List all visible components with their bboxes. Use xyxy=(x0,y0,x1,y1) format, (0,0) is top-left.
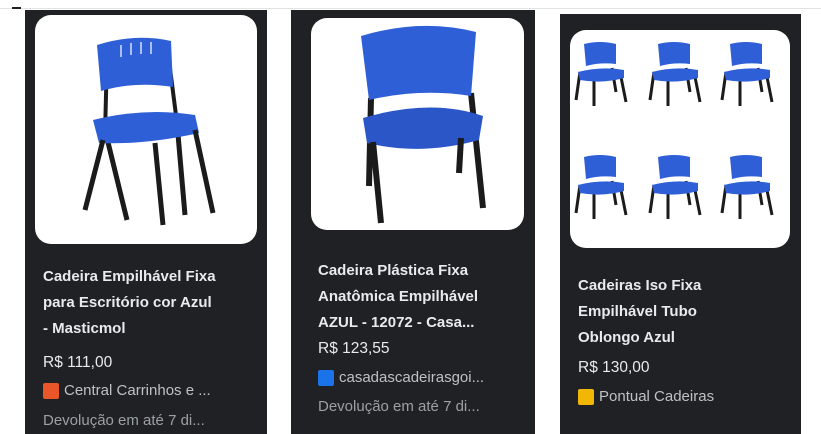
product-image[interactable] xyxy=(311,18,524,230)
product-price: R$ 123,55 xyxy=(318,340,390,357)
product-title[interactable]: Cadeira Empilhável Fixa para Escritório … xyxy=(43,264,263,342)
return-policy: Devolução em até 7 di... xyxy=(318,398,480,415)
product-price: R$ 130,00 xyxy=(578,359,650,376)
title-line: - Masticmol xyxy=(43,320,126,337)
title-line: AZUL - 12072 - Casa... xyxy=(318,314,475,331)
product-image[interactable] xyxy=(35,15,257,244)
title-line: Cadeira Plástica Fixa xyxy=(318,262,469,279)
store-name[interactable]: Pontual Cadeiras xyxy=(578,388,714,405)
product-title[interactable]: Cadeiras Iso Fixa Empilhável Tubo Oblong… xyxy=(578,273,793,351)
blue-chair-image xyxy=(82,37,216,226)
title-line: Oblongo Azul xyxy=(578,329,675,346)
title-line: Empilhável Tubo xyxy=(578,303,697,320)
title-line: Cadeiras Iso Fixa xyxy=(578,277,702,294)
blue-chair-image xyxy=(361,25,486,224)
product-title[interactable]: Cadeira Plástica Fixa Anatômica Empilháv… xyxy=(318,258,533,336)
store-label: Central Carrinhos e ... xyxy=(64,382,211,399)
store-label: casadascadeirasgoi... xyxy=(339,369,485,386)
store-name[interactable]: casadascadeirasgoi... xyxy=(318,369,484,386)
product-card[interactable]: Cadeira Plástica Fixa Anatômica Empilháv… xyxy=(291,10,535,434)
product-image[interactable] xyxy=(570,30,790,248)
store-label: Pontual Cadeiras xyxy=(599,388,715,405)
blue-chairs-set-image xyxy=(574,40,774,221)
product-card[interactable]: Cadeira Empilhável Fixa para Escritório … xyxy=(25,10,267,434)
store-name[interactable]: Central Carrinhos e ... xyxy=(43,382,211,399)
title-line: para Escritório cor Azul xyxy=(43,294,212,311)
title-line: Cadeira Empilhável Fixa xyxy=(43,268,216,285)
title-line: Anatômica Empilhável xyxy=(318,288,479,305)
store-logo-icon xyxy=(578,388,594,405)
chair-logo-icon xyxy=(318,369,334,386)
store-logo-icon xyxy=(43,382,59,399)
top-dash-mark xyxy=(12,7,21,9)
return-policy: Devolução em até 7 di... xyxy=(43,412,205,429)
top-divider xyxy=(0,8,821,9)
product-price: R$ 111,00 xyxy=(43,354,113,371)
product-card[interactable]: Cadeiras Iso Fixa Empilhável Tubo Oblong… xyxy=(560,14,801,434)
